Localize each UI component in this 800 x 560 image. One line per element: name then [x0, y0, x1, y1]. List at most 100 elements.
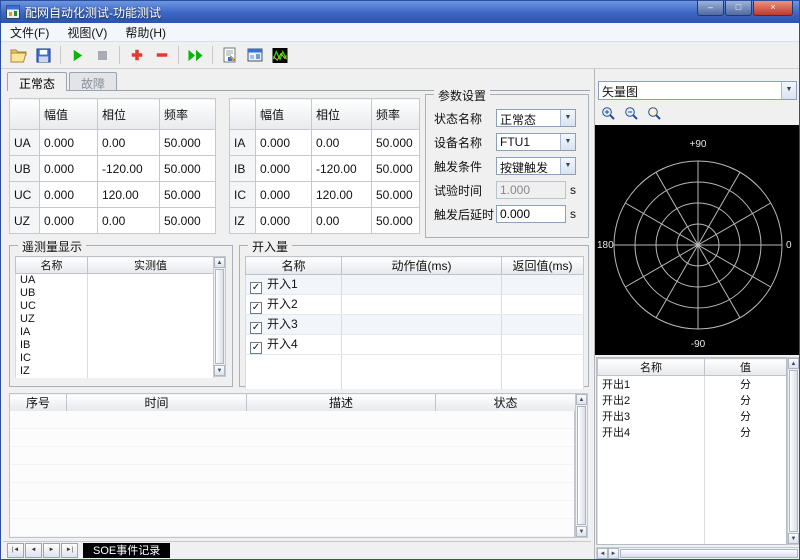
start-button[interactable] [65, 44, 90, 67]
measured-value [88, 287, 214, 300]
amplitude-cell[interactable]: 0.000 [256, 130, 312, 156]
checkbox[interactable]: ✓ [250, 322, 262, 334]
minimize-button[interactable]: – [697, 1, 724, 16]
device-name-select[interactable]: FTU1 ▼ [496, 133, 576, 151]
output-table: 名称 值 开出1分 开出2分 开出3分 开出4分 [597, 358, 787, 545]
output-table-scrollbar[interactable]: ▲ ▼ [787, 357, 800, 545]
combo-value: FTU1 [497, 134, 560, 150]
amplitude-cell[interactable]: 0.000 [40, 156, 98, 182]
chevron-down-icon[interactable]: ▼ [560, 158, 575, 174]
chevron-down-icon[interactable]: ▼ [781, 82, 796, 99]
phase-cell[interactable]: -120.00 [98, 156, 160, 182]
phase-cell[interactable]: 120.00 [312, 182, 372, 208]
tab-fault-state[interactable]: 故障 [69, 72, 117, 90]
amplitude-cell[interactable]: 0.000 [40, 130, 98, 156]
state-name-select[interactable]: 正常态 ▼ [496, 109, 576, 127]
scroll-left-icon[interactable]: ◄ [597, 548, 608, 559]
amplitude-cell[interactable]: 0.000 [256, 156, 312, 182]
zoom-reset-button[interactable] [644, 104, 664, 122]
phase-cell[interactable]: 0.00 [98, 130, 160, 156]
signal-name[interactable]: IZ [16, 365, 88, 378]
checkbox[interactable]: ✓ [250, 302, 262, 314]
scrollbar-thumb[interactable] [577, 406, 586, 525]
scroll-right-icon[interactable]: ► [608, 548, 619, 559]
signal-name[interactable]: IA [16, 326, 88, 339]
save-button[interactable] [31, 44, 56, 67]
last-page-button[interactable]: ►| [61, 543, 78, 558]
signal-name[interactable]: IC [16, 352, 88, 365]
checkbox[interactable]: ✓ [250, 282, 262, 294]
frequency-cell[interactable]: 50.000 [372, 182, 420, 208]
phase-cell[interactable]: 0.00 [312, 208, 372, 234]
checkbox[interactable]: ✓ [250, 342, 262, 354]
menu-help[interactable]: 帮助(H) [116, 22, 175, 43]
scroll-down-icon[interactable]: ▼ [214, 365, 225, 376]
add-state-button[interactable] [124, 44, 149, 67]
trigger-delay-input[interactable] [496, 205, 566, 223]
zoom-out-button[interactable] [621, 104, 641, 122]
phase-cell[interactable]: -120.00 [312, 156, 372, 182]
amplitude-cell[interactable]: 0.000 [256, 182, 312, 208]
prev-page-button[interactable]: ◄ [25, 543, 42, 558]
run-all-button[interactable] [183, 44, 208, 67]
frequency-cell[interactable]: 50.000 [160, 156, 216, 182]
remove-state-button[interactable] [149, 44, 174, 67]
first-page-button[interactable]: |◄ [7, 543, 24, 558]
scrollbar-thumb[interactable] [215, 269, 224, 364]
signal-name[interactable]: UZ [16, 313, 88, 326]
table-row: UA 0.000 0.00 50.000 [10, 130, 216, 156]
tab-normal-state[interactable]: 正常态 [7, 72, 67, 91]
col-header-frequency: 频率 [372, 99, 420, 130]
waveform-button[interactable] [267, 44, 292, 67]
scroll-down-icon[interactable]: ▼ [788, 533, 799, 544]
frequency-cell[interactable]: 50.000 [160, 130, 216, 156]
list-item: ✓开入2 [246, 295, 584, 315]
frequency-cell[interactable]: 50.000 [160, 208, 216, 234]
amplitude-cell[interactable]: 0.000 [40, 208, 98, 234]
test-time-input[interactable] [496, 181, 566, 199]
signal-name[interactable]: IB [16, 339, 88, 352]
close-button[interactable]: × [753, 1, 793, 16]
next-page-button[interactable]: ► [43, 543, 60, 558]
frequency-cell[interactable]: 50.000 [372, 130, 420, 156]
list-item: ✓开入1 [246, 275, 584, 295]
chevron-down-icon[interactable]: ▼ [560, 110, 575, 126]
phase-cell[interactable]: 120.00 [98, 182, 160, 208]
view-select[interactable]: 矢量图 ▼ [598, 81, 797, 100]
menu-view[interactable]: 视图(V) [58, 22, 116, 43]
telemetry-scrollbar[interactable]: ▲ ▼ [213, 256, 226, 377]
trigger-condition-select[interactable]: 按键触发 ▼ [496, 157, 576, 175]
stop-button[interactable] [90, 44, 115, 67]
right-panel-hscrollbar[interactable]: ◄ ► [596, 547, 800, 560]
title-bar[interactable]: 配网自动化测试-功能测试 – □ × [1, 1, 799, 23]
phase-cell[interactable]: 0.00 [98, 208, 160, 234]
toolbar-separator [119, 46, 120, 64]
amplitude-cell[interactable]: 0.000 [256, 208, 312, 234]
scroll-down-icon[interactable]: ▼ [576, 526, 587, 537]
maximize-button[interactable]: □ [725, 1, 752, 16]
view-window-button[interactable] [242, 44, 267, 67]
chevron-down-icon[interactable]: ▼ [560, 134, 575, 150]
zoom-in-button[interactable] [598, 104, 618, 122]
phase-cell[interactable]: 0.00 [312, 130, 372, 156]
row-header: UZ [10, 208, 40, 234]
frequency-cell[interactable]: 50.000 [372, 208, 420, 234]
tab-soe-events[interactable]: SOE事件记录 [83, 543, 170, 558]
signal-name[interactable]: UC [16, 300, 88, 313]
scroll-up-icon[interactable]: ▲ [788, 358, 799, 369]
row-header: IB [230, 156, 256, 182]
open-button[interactable] [6, 44, 31, 67]
scroll-up-icon[interactable]: ▲ [214, 257, 225, 268]
frequency-cell[interactable]: 50.000 [160, 182, 216, 208]
plus-icon [130, 48, 144, 62]
amplitude-cell[interactable]: 0.000 [40, 182, 98, 208]
signal-name[interactable]: UA [16, 274, 88, 287]
scrollbar-thumb[interactable] [789, 370, 798, 532]
menu-file[interactable]: 文件(F) [1, 22, 58, 43]
scroll-up-icon[interactable]: ▲ [576, 394, 587, 405]
soe-scrollbar[interactable]: ▲ ▼ [575, 393, 588, 538]
report-button[interactable] [217, 44, 242, 67]
frequency-cell[interactable]: 50.000 [372, 156, 420, 182]
scrollbar-thumb[interactable] [620, 549, 798, 558]
signal-name[interactable]: UB [16, 287, 88, 300]
